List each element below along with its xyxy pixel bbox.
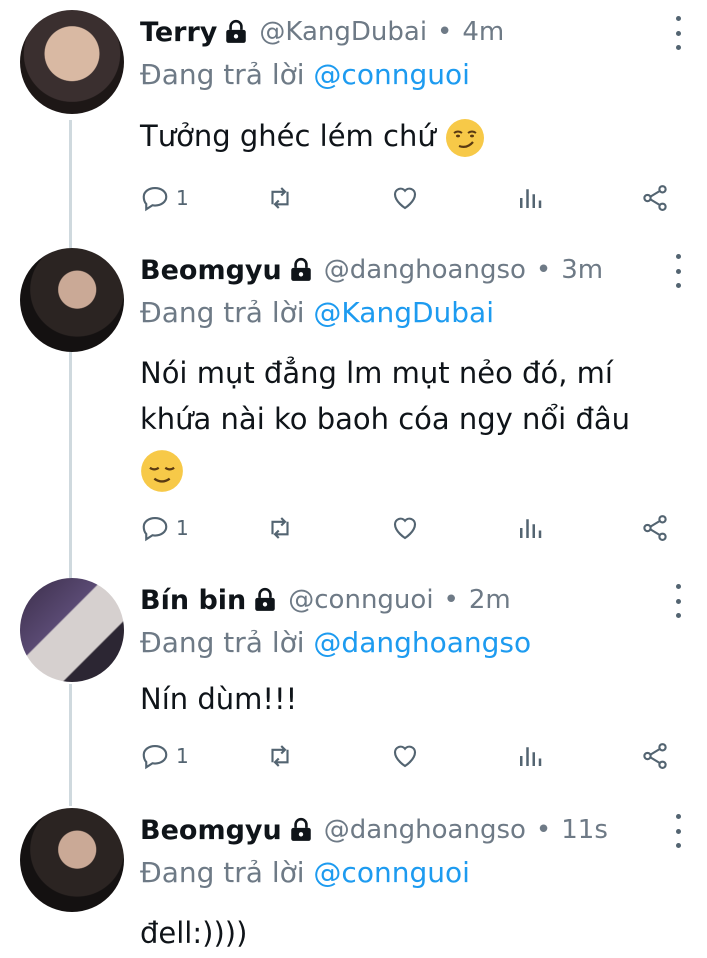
display-name[interactable]: Terry [140,17,217,48]
heart-icon [393,745,417,768]
display-name[interactable]: Beomgyu [140,815,282,846]
reply-icon [142,186,168,212]
avatar[interactable] [20,10,124,114]
reply-icon [142,744,168,770]
user-handle[interactable]: @connguoi [288,585,433,615]
separator-dot: • [443,585,459,615]
tweet[interactable]: Beomgyu @danghoangso • 3m Đang trả lời @… [0,240,707,570]
like-button[interactable] [390,180,420,216]
tweet-actions: 1 [140,510,670,546]
tweet-text: Tưởng ghéc lém chứ [140,113,680,159]
share-button[interactable] [640,738,670,774]
tweet[interactable]: Terry @KangDubai • 4m Đang trả lời @conn… [0,0,707,240]
timestamp[interactable]: 11s [561,815,608,845]
retweet-button[interactable] [265,738,295,774]
separator-dot: • [535,255,552,285]
tweet-text: Nín dùm!!! [140,676,680,722]
tweet-text: đell:)))) [140,910,680,956]
share-icon [643,185,667,211]
tweet-header: Bín bin @connguoi • 2m [140,580,511,620]
like-button[interactable] [390,738,420,774]
timestamp[interactable]: 4m [462,17,504,47]
mention-link[interactable]: @connguoi [313,856,469,889]
heart-icon [393,187,417,210]
replying-to-label: Đang trả lời [140,296,305,329]
timestamp[interactable]: 3m [561,255,603,285]
heart-icon [393,517,417,540]
reply-button[interactable]: 1 [140,510,189,546]
tweet-header: Beomgyu @danghoangso • 11s [140,810,608,850]
user-handle[interactable]: @danghoangso [324,815,526,845]
lock-icon [290,257,311,281]
reply-icon [142,516,168,542]
retweet-icon [271,517,289,539]
analytics-button[interactable] [515,180,545,216]
more-options-icon[interactable] [673,814,683,848]
tweet-text-content: đell:)))) [140,916,248,950]
more-options-icon[interactable] [673,584,683,618]
replying-to: Đang trả lời @KangDubai [140,296,494,329]
display-name[interactable]: Beomgyu [140,255,282,286]
tweet[interactable]: Bín bin @connguoi • 2m Đang trả lời @dan… [0,570,707,800]
display-name[interactable]: Bín bin [140,585,246,616]
retweet-button[interactable] [265,180,295,216]
user-handle[interactable]: @danghoangso [324,255,526,285]
replying-to: Đang trả lời @connguoi [140,856,470,889]
lock-icon [226,19,247,43]
more-options-icon[interactable] [673,16,683,50]
tweet-header: Beomgyu @danghoangso • 3m [140,250,603,290]
reply-button[interactable]: 1 [140,738,189,774]
analytics-icon [520,747,542,766]
timestamp[interactable]: 2m [469,585,511,615]
tweet-text-content: Nín dùm!!! [140,682,298,716]
replying-to: Đang trả lời @connguoi [140,58,470,91]
tweet-text-content: Tưởng ghéc lém chứ [140,119,436,153]
tweet-text: Nói mụt đẳng lm mụt nẻo đó, mí khứa nài … [140,350,680,496]
tweet-text-line: khứa nài ko baoh cóa ngy nổi đâu [140,402,631,436]
avatar[interactable] [20,578,124,682]
share-icon [643,515,667,541]
replying-to-label: Đang trả lời [140,856,305,889]
tweet-actions: 1 [140,738,670,774]
replying-to-label: Đang trả lời [140,58,305,91]
share-icon [643,743,667,769]
analytics-icon [520,519,542,538]
replying-to: Đang trả lời @danghoangso [140,626,531,659]
share-button[interactable] [640,180,670,216]
analytics-icon [520,189,542,208]
reply-count: 1 [176,744,189,768]
tweet-header: Terry @KangDubai • 4m [140,12,504,52]
lock-icon [255,587,276,611]
tweet[interactable]: Beomgyu @danghoangso • 11s Đang trả lời … [0,800,707,958]
avatar[interactable] [20,248,124,352]
reply-button[interactable]: 1 [140,180,189,216]
tweet-actions: 1 [140,180,670,216]
retweet-button[interactable] [265,510,295,546]
lock-icon [290,817,311,841]
mention-link[interactable]: @connguoi [313,58,469,91]
retweet-icon [271,745,289,767]
avatar[interactable] [20,808,124,912]
user-handle[interactable]: @KangDubai [259,17,427,47]
relieved-face-emoji-icon [141,450,183,492]
tweet-text-line: Nói mụt đẳng lm mụt nẻo đó, mí [140,356,613,390]
share-button[interactable] [640,510,670,546]
separator-dot: • [437,17,453,47]
more-options-icon[interactable] [673,254,683,288]
like-button[interactable] [390,510,420,546]
smirking-face-emoji-icon [445,119,484,157]
mention-link[interactable]: @KangDubai [313,296,494,329]
analytics-button[interactable] [515,510,545,546]
reply-count: 1 [176,186,189,210]
replying-to-label: Đang trả lời [140,626,305,659]
mention-link[interactable]: @danghoangso [313,626,531,659]
analytics-button[interactable] [515,738,545,774]
reply-count: 1 [176,516,189,540]
separator-dot: • [535,815,552,845]
retweet-icon [271,187,289,209]
